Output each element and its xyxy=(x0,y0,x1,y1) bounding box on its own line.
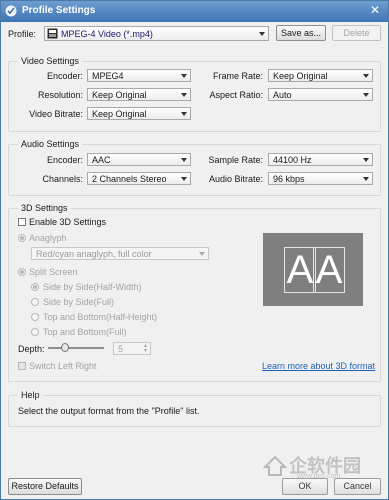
preview-letter-right: A xyxy=(313,247,345,293)
anaglyph-type-dropdown[interactable]: Red/cyan anaglyph, full color xyxy=(31,247,209,260)
help-text: Select the output format from the "Profi… xyxy=(18,406,200,416)
switch-left-right-label: Switch Left Right xyxy=(29,361,97,371)
cancel-button[interactable]: Cancel xyxy=(334,478,381,495)
watermark-icon xyxy=(263,455,287,476)
top-bottom-full-label: Top and Bottom(Full) xyxy=(43,327,127,337)
chevron-down-icon xyxy=(181,93,187,97)
spin-down-icon[interactable]: ▼ xyxy=(143,349,148,354)
frame-rate-value: Keep Original xyxy=(273,71,328,81)
split-screen-label: Split Screen xyxy=(29,267,78,277)
aspect-ratio-dropdown[interactable]: Auto xyxy=(268,88,373,101)
mp4-file-icon xyxy=(47,28,58,39)
chevron-down-icon xyxy=(181,112,187,116)
chevron-down-icon xyxy=(259,32,265,36)
chevron-down-icon xyxy=(363,177,369,181)
video-bitrate-dropdown[interactable]: Keep Original xyxy=(87,107,191,120)
learn-more-3d-link[interactable]: Learn more about 3D format xyxy=(262,361,375,371)
enable-3d-label: Enable 3D Settings xyxy=(29,217,107,227)
app-icon xyxy=(5,5,17,17)
resolution-value: Keep Original xyxy=(92,90,147,100)
audio-encoder-value: AAC xyxy=(92,155,111,165)
frame-rate-dropdown[interactable]: Keep Original xyxy=(268,69,373,82)
chevron-down-icon xyxy=(363,74,369,78)
restore-defaults-button[interactable]: Restore Defaults xyxy=(8,478,82,495)
frame-rate-label: Frame Rate: xyxy=(212,71,263,81)
side-by-side-half-radio[interactable] xyxy=(31,283,39,291)
channels-label: Channels: xyxy=(42,174,83,184)
video-bitrate-label: Video Bitrate: xyxy=(29,109,83,119)
anaglyph-type-value: Red/cyan anaglyph, full color xyxy=(36,249,152,259)
chevron-down-icon xyxy=(181,158,187,162)
video-encoder-value: MPEG4 xyxy=(92,71,124,81)
preview-letter-left: A xyxy=(284,247,316,293)
depth-spinbox[interactable]: 5 ▲ ▼ xyxy=(113,342,151,355)
sample-rate-dropdown[interactable]: 44100 Hz xyxy=(268,153,373,166)
depth-slider-handle[interactable] xyxy=(61,343,69,352)
save-as-button[interactable]: Save as... xyxy=(276,25,326,41)
profile-settings-window: Profile Settings ✕ Profile: MPEG-4 Video… xyxy=(0,0,389,500)
side-by-side-half-label: Side by Side(Half-Width) xyxy=(43,282,142,292)
aspect-ratio-label: Aspect Ratio: xyxy=(209,90,263,100)
depth-value: 5 xyxy=(118,344,124,354)
delete-button[interactable]: Delete xyxy=(332,25,381,41)
3d-preview: A A xyxy=(263,233,363,306)
video-settings-title: Video Settings xyxy=(18,56,82,66)
profile-value: MPEG-4 Video (*.mp4) xyxy=(61,29,153,39)
top-bottom-half-radio[interactable] xyxy=(31,313,39,321)
audio-bitrate-label: Audio Bitrate: xyxy=(208,174,263,184)
chevron-down-icon xyxy=(199,252,205,256)
help-title: Help xyxy=(18,390,43,400)
enable-3d-checkbox[interactable] xyxy=(18,218,26,226)
side-by-side-full-radio[interactable] xyxy=(31,298,39,306)
video-bitrate-value: Keep Original xyxy=(92,109,147,119)
audio-bitrate-dropdown[interactable]: 96 kbps xyxy=(268,172,373,185)
close-icon[interactable]: ✕ xyxy=(368,3,382,17)
video-encoder-dropdown[interactable]: MPEG4 xyxy=(87,69,191,82)
depth-slider-track[interactable] xyxy=(48,347,104,349)
audio-bitrate-value: 96 kbps xyxy=(273,174,305,184)
top-bottom-full-radio[interactable] xyxy=(31,328,39,336)
audio-settings-title: Audio Settings xyxy=(18,139,83,149)
audio-settings-group xyxy=(8,144,381,196)
side-by-side-full-label: Side by Side(Full) xyxy=(43,297,115,307)
chevron-down-icon xyxy=(181,177,187,181)
anaglyph-label: Anaglyph xyxy=(29,233,67,243)
channels-value: 2 Channels Stereo xyxy=(92,174,167,184)
resolution-label: Resolution: xyxy=(37,90,83,100)
depth-label: Depth: xyxy=(18,344,45,354)
split-screen-radio[interactable] xyxy=(18,268,26,276)
chevron-down-icon xyxy=(363,158,369,162)
switch-left-right-checkbox[interactable] xyxy=(18,362,26,370)
audio-encoder-dropdown[interactable]: AAC xyxy=(87,153,191,166)
anaglyph-radio[interactable] xyxy=(18,234,26,242)
video-encoder-label: Encoder: xyxy=(46,71,83,81)
resolution-dropdown[interactable]: Keep Original xyxy=(87,88,191,101)
window-title: Profile Settings xyxy=(22,5,96,16)
channels-dropdown[interactable]: 2 Channels Stereo xyxy=(87,172,191,185)
3d-settings-title: 3D Settings xyxy=(18,203,71,213)
chevron-down-icon xyxy=(363,93,369,97)
title-bar: Profile Settings ✕ xyxy=(1,1,388,22)
sample-rate-label: Sample Rate: xyxy=(208,155,263,165)
top-bottom-half-label: Top and Bottom(Half-Height) xyxy=(43,312,158,322)
aspect-ratio-value: Auto xyxy=(273,90,292,100)
ok-button[interactable]: OK xyxy=(282,478,328,495)
profile-label: Profile: xyxy=(8,29,37,39)
audio-encoder-label: Encoder: xyxy=(46,155,83,165)
sample-rate-value: 44100 Hz xyxy=(273,155,312,165)
chevron-down-icon xyxy=(181,74,187,78)
profile-dropdown[interactable]: MPEG-4 Video (*.mp4) xyxy=(44,26,269,41)
